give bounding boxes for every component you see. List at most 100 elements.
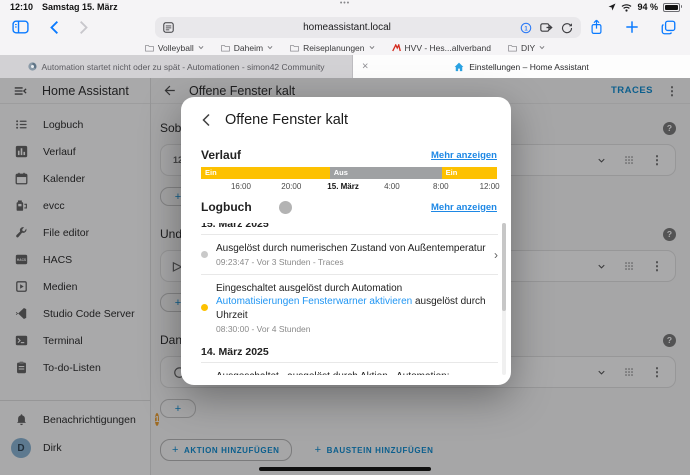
bookmark-label: HVV - Hes...allverband <box>405 43 491 53</box>
segment-label: Aus <box>330 169 348 177</box>
logbook-entry-meta: 09:23:47 - Vor 3 Stunden - Traces <box>216 257 486 267</box>
entity-link[interactable]: Automatisierungen Fensterwarner aktivier… <box>216 296 412 307</box>
tab-title: Automation startet nicht oder zu spät - … <box>42 62 325 72</box>
state-dot <box>201 251 208 258</box>
chevron-down-icon <box>267 45 273 50</box>
multitasking-indicator[interactable]: ••• <box>340 0 350 7</box>
address-bar[interactable]: homeassistant.local 1 <box>155 17 581 38</box>
tab-title: Einstellungen – Home Assistant <box>469 62 589 72</box>
ipad-screen: 12:10 Samstag 15. März 94 % ••• homeassi… <box>0 0 690 475</box>
logbook-entry-text: Ausgeschaltet , ausgelöst durch Aktion -… <box>216 370 498 375</box>
logbook-list[interactable]: 15. März 2025 Ausgelöst durch numerischen… <box>201 223 498 375</box>
bookmark-label: DIY <box>521 43 535 53</box>
segment-label: Ein <box>442 169 458 177</box>
state-dot <box>201 304 208 311</box>
logbook-entry[interactable]: Ausgeschaltet , ausgelöst durch Aktion -… <box>201 367 498 375</box>
new-tab-icon[interactable] <box>625 20 639 34</box>
timeline-segment-aus[interactable]: Aus <box>330 167 442 179</box>
location-icon <box>608 3 616 11</box>
loading-spinner <box>279 201 292 214</box>
segment-label: Ein <box>201 169 217 177</box>
clock: 12:10 <box>10 2 33 12</box>
axis-tick: 12:00 <box>480 182 500 191</box>
bookmark-label: Volleyball <box>158 43 194 53</box>
axis-tick: 8:00 <box>433 182 449 191</box>
folder-icon <box>221 44 230 52</box>
reader-icon[interactable] <box>163 22 174 33</box>
extension-icon[interactable] <box>540 22 553 33</box>
logbook-entry-body: Ausgelöst durch numerischen Zustand von … <box>216 242 486 267</box>
axis-tick: 20:00 <box>281 182 301 191</box>
divider <box>201 234 498 235</box>
logbook-date-header: 15. März 2025 <box>201 223 498 230</box>
axis-tick: 15. März <box>327 182 359 191</box>
scrollbar-thumb[interactable] <box>502 223 506 311</box>
back-icon[interactable] <box>49 20 59 35</box>
dialog-back-icon[interactable] <box>201 113 211 127</box>
axis-tick: 4:00 <box>384 182 400 191</box>
folder-icon <box>508 44 517 52</box>
home-assistant-favicon <box>454 62 464 72</box>
battery-icon <box>663 3 680 12</box>
logbook-entry-body: Eingeschaltet ausgelöst durch Automation… <box>216 282 498 334</box>
reload-icon[interactable] <box>561 22 573 34</box>
logbook-entry[interactable]: Ausgelöst durch numerischen Zustand von … <box>201 239 498 270</box>
tabs-overview-icon[interactable] <box>661 20 676 35</box>
tab-home-assistant[interactable]: × Einstellungen – Home Assistant <box>353 55 690 78</box>
bookmark-label: Daheim <box>234 43 263 53</box>
bookmarks-bar: Volleyball Daheim Reiseplanungen HVV - Hes.… <box>0 40 690 55</box>
timeline-segment-ein[interactable]: Ein <box>201 167 330 179</box>
tab-bar: Automation startet nicht oder zu spät - … <box>0 55 690 78</box>
chevron-down-icon <box>539 45 545 50</box>
chevron-down-icon <box>369 45 375 50</box>
bookmark-reiseplanungen[interactable]: Reiseplanungen <box>290 43 374 53</box>
logbook-entry-text: Ausgelöst durch numerischen Zustand von … <box>216 242 486 255</box>
status-date: Samstag 15. März <box>42 2 118 12</box>
folder-icon <box>290 44 299 52</box>
logbook-entry-meta: 08:30:00 - Vor 4 Stunden <box>216 324 498 334</box>
scrollbar[interactable] <box>502 223 506 375</box>
history-more-link[interactable]: Mehr anzeigen <box>431 150 497 161</box>
safari-toolbar: homeassistant.local 1 <box>0 14 690 40</box>
site-favicon <box>392 44 401 52</box>
logbook-entry-text: Eingeschaltet ausgelöst durch Automation <box>216 282 498 295</box>
timeline-segment-ein[interactable]: Ein <box>442 167 497 179</box>
close-tab-icon[interactable]: × <box>362 61 368 72</box>
text-run: Ausgelöst durch numerischen Zustand von … <box>216 243 486 254</box>
logbook-more-link[interactable]: Mehr anzeigen <box>431 202 497 213</box>
divider <box>201 274 498 275</box>
logbook-entry-body: Ausgeschaltet , ausgelöst durch Aktion -… <box>216 370 498 375</box>
bookmark-volleyball[interactable]: Volleyball <box>145 43 204 53</box>
logbook-entry-text: Automatisierungen Fensterwarner aktivier… <box>216 295 498 321</box>
automation-info-dialog: Offene Fenster kalt Verlauf Mehr anzeige… <box>181 97 511 385</box>
folder-icon <box>145 44 154 52</box>
home-indicator[interactable] <box>259 467 431 472</box>
axis-tick: 16:00 <box>231 182 251 191</box>
svg-text:1: 1 <box>524 26 528 32</box>
bookmark-daheim[interactable]: Daheim <box>221 43 273 53</box>
state-timeline[interactable]: Ein Aus Ein <box>201 167 497 179</box>
logbook-date-header: 14. März 2025 <box>201 346 498 358</box>
chevron-right-icon[interactable]: › <box>494 248 498 262</box>
logbook-entry[interactable]: Eingeschaltet ausgelöst durch Automation… <box>201 279 498 337</box>
text-run: Eingeschaltet ausgelöst durch Automation <box>216 283 402 294</box>
tab-community[interactable]: Automation startet nicht oder zu spät - … <box>0 55 353 78</box>
community-favicon <box>28 62 37 71</box>
timeline-axis: 16:00 20:00 15. März 4:00 8:00 12:00 <box>201 182 497 192</box>
chevron-down-icon <box>198 45 204 50</box>
battery-percent: 94 % <box>637 2 658 12</box>
bookmark-label: Reiseplanungen <box>303 43 364 53</box>
logbook-heading: Logbuch <box>201 200 252 214</box>
share-icon[interactable] <box>590 19 603 35</box>
text-run: Ausgeschaltet , ausgelöst durch Aktion -… <box>216 371 449 375</box>
onepassword-icon[interactable]: 1 <box>520 22 532 34</box>
sidebar-toggle-icon[interactable] <box>12 20 29 34</box>
history-heading: Verlauf <box>201 148 241 162</box>
bookmark-hvv-hes-allverband[interactable]: HVV - Hes...allverband <box>392 43 491 53</box>
url-text[interactable]: homeassistant.local <box>174 22 520 33</box>
dialog-title: Offene Fenster kalt <box>225 112 348 128</box>
divider <box>201 362 498 363</box>
wifi-icon <box>621 3 632 12</box>
bookmark-diy[interactable]: DIY <box>508 43 545 53</box>
forward-icon[interactable] <box>79 20 89 35</box>
